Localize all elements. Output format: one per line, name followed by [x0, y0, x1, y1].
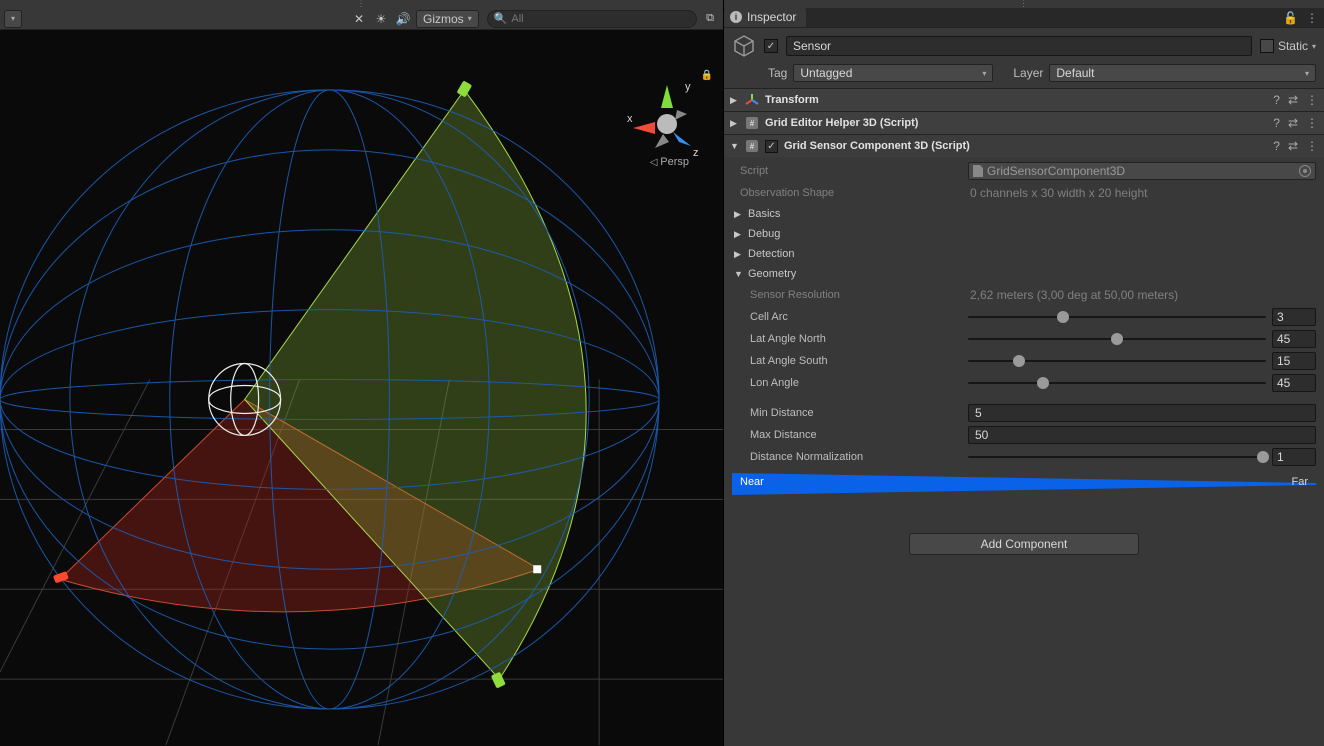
transform-icon — [745, 93, 759, 107]
script-prop-label: Script — [732, 165, 962, 177]
component-title: Transform — [765, 94, 1267, 106]
dist-norm-slider[interactable] — [968, 448, 1266, 466]
audio-icon[interactable]: 🔊 — [394, 10, 412, 28]
foldout-geometry[interactable]: ▼Geometry — [732, 265, 1316, 283]
scene-render — [0, 30, 723, 745]
obs-shape-value: 0 channels x 30 width x 20 height — [968, 186, 1316, 200]
scene-view[interactable]: 🔒 y x z ◁ Pers — [0, 30, 723, 746]
script-file-icon — [973, 165, 983, 177]
tab-inspector[interactable]: i Inspector — [724, 7, 806, 27]
dist-norm-label: Distance Normalization — [732, 451, 962, 463]
scene-toolbar: ▾ ✕ ☀ 🔊 Gizmos ▾ 🔍 ⧉ — [0, 8, 723, 30]
scene-search-input[interactable] — [511, 13, 690, 25]
foldout-icon: ▶ — [730, 95, 739, 106]
max-dist-field[interactable] — [968, 426, 1316, 444]
add-component-button[interactable]: Add Component — [909, 533, 1139, 555]
context-menu-icon[interactable]: ⋮ — [1306, 11, 1318, 25]
layer-dropdown[interactable]: Default▾ — [1049, 64, 1316, 82]
cell-arc-slider[interactable] — [968, 308, 1266, 326]
component-title: Grid Editor Helper 3D (Script) — [765, 117, 1267, 129]
component-body-grid-sensor: Script GridSensorComponent3D Observation… — [724, 157, 1324, 503]
preset-icon[interactable]: ⇄ — [1288, 116, 1298, 130]
lon-angle-slider[interactable] — [968, 374, 1266, 392]
lighting-icon[interactable]: ☀ — [372, 10, 390, 28]
sensor-res-label: Sensor Resolution — [732, 289, 962, 301]
far-label: Far — [1292, 476, 1309, 488]
context-menu-icon[interactable]: ⋮ — [1306, 93, 1318, 107]
static-dropdown-arrow[interactable]: ▾ — [1312, 42, 1316, 51]
lon-angle-label: Lon Angle — [732, 377, 962, 389]
lock-icon[interactable]: 🔓 — [1283, 11, 1298, 25]
foldout-basics[interactable]: ▶Basics — [732, 205, 1316, 223]
component-title: Grid Sensor Component 3D (Script) — [784, 140, 1267, 152]
search-icon: 🔍 — [494, 12, 508, 25]
lat-south-label: Lat Angle South — [732, 355, 962, 367]
lat-north-label: Lat Angle North — [732, 333, 962, 345]
gameobject-header: ✓ Static ▾ — [724, 28, 1324, 62]
foldout-icon: ▶ — [730, 118, 739, 129]
scene-panel: ⋮ ▾ ✕ ☀ 🔊 Gizmos ▾ 🔍 ⧉ — [0, 0, 724, 746]
gameobject-name-field[interactable] — [786, 36, 1252, 56]
lat-south-field[interactable] — [1272, 352, 1316, 370]
context-menu-icon[interactable]: ⋮ — [1306, 116, 1318, 130]
obs-shape-label: Observation Shape — [732, 187, 962, 199]
inspector-tabbar: i Inspector 🔓 ⋮ — [724, 8, 1324, 28]
help-icon[interactable]: ? — [1273, 139, 1280, 153]
component-header-transform[interactable]: ▶ Transform ? ⇄ ⋮ — [724, 89, 1324, 111]
dist-norm-field[interactable] — [1272, 448, 1316, 466]
cell-arc-label: Cell Arc — [732, 311, 962, 323]
tag-label: Tag — [768, 66, 787, 80]
script-icon: # — [745, 116, 759, 130]
gizmos-label: Gizmos — [423, 12, 464, 26]
foldout-debug[interactable]: ▶Debug — [732, 225, 1316, 243]
shading-mode-dropdown[interactable]: ▾ — [4, 10, 22, 28]
min-dist-field[interactable] — [968, 404, 1316, 422]
panel-drag-handle[interactable]: ⋮ — [0, 0, 723, 8]
panel-drag-handle[interactable]: ⋮ — [724, 0, 1324, 8]
script-object-field[interactable]: GridSensorComponent3D — [968, 162, 1316, 180]
popout-icon[interactable]: ⧉ — [701, 10, 719, 28]
scene-search[interactable]: 🔍 — [487, 10, 697, 28]
orientation-gizmo[interactable]: y x z — [627, 70, 707, 170]
axis-z-label: z — [693, 147, 699, 159]
min-dist-label: Min Distance — [732, 407, 962, 419]
perspective-label[interactable]: ◁ Persp — [650, 156, 689, 168]
sensor-res-value: 2,62 meters (3,00 deg at 50,00 meters) — [968, 288, 1316, 302]
max-dist-label: Max Distance — [732, 429, 962, 441]
script-icon: # — [745, 139, 759, 153]
lat-south-slider[interactable] — [968, 352, 1266, 370]
info-icon: i — [730, 11, 742, 23]
lon-angle-field[interactable] — [1272, 374, 1316, 392]
static-label: Static — [1278, 39, 1308, 53]
context-menu-icon[interactable]: ⋮ — [1306, 139, 1318, 153]
preset-icon[interactable]: ⇄ — [1288, 139, 1298, 153]
axis-x-label: x — [627, 113, 633, 125]
near-label: Near — [740, 476, 764, 488]
active-checkbox[interactable]: ✓ — [764, 39, 778, 53]
preset-icon[interactable]: ⇄ — [1288, 93, 1298, 107]
static-checkbox[interactable] — [1260, 39, 1274, 53]
cube-icon — [732, 34, 756, 58]
inspector-tab-label: Inspector — [747, 10, 796, 24]
object-picker-icon[interactable] — [1299, 165, 1311, 177]
tools-icon[interactable]: ✕ — [350, 10, 368, 28]
gameobject-name-input[interactable] — [793, 39, 1245, 53]
tag-dropdown[interactable]: Untagged▾ — [793, 64, 993, 82]
cell-arc-field[interactable] — [1272, 308, 1316, 326]
axis-y-label: y — [685, 81, 691, 93]
inspector-panel: ⋮ i Inspector 🔓 ⋮ ✓ Static ▾ — [724, 0, 1324, 746]
help-icon[interactable]: ? — [1273, 93, 1280, 107]
near-far-gradient: Near Far — [732, 473, 1316, 495]
lat-north-slider[interactable] — [968, 330, 1266, 348]
component-enable-checkbox[interactable]: ✓ — [765, 140, 778, 153]
layer-label: Layer — [1013, 66, 1043, 80]
lat-north-field[interactable] — [1272, 330, 1316, 348]
help-icon[interactable]: ? — [1273, 116, 1280, 130]
foldout-icon: ▼ — [730, 141, 739, 151]
component-header-grid-editor-helper[interactable]: ▶ # Grid Editor Helper 3D (Script) ? ⇄ ⋮ — [724, 112, 1324, 134]
foldout-detection[interactable]: ▶Detection — [732, 245, 1316, 263]
gizmos-dropdown[interactable]: Gizmos ▾ — [416, 10, 479, 28]
component-header-grid-sensor[interactable]: ▼ # ✓ Grid Sensor Component 3D (Script) … — [724, 135, 1324, 157]
